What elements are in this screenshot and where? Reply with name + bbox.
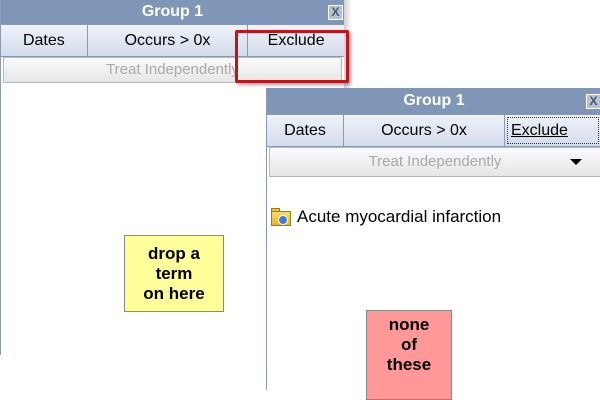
close-icon[interactable]: X [328,5,343,20]
group-title: Group 1 [141,3,204,20]
treat-select[interactable]: Treat Independently [269,147,600,177]
tab-occurs[interactable]: Occurs > 0x [87,25,249,56]
close-icon[interactable]: X [586,94,600,109]
chevron-down-icon[interactable] [570,159,582,165]
tab-exclude[interactable]: Exclude [505,115,600,146]
group-title: Group 1 [403,92,465,109]
group-title-bar[interactable]: Group 1 X [1,0,344,24]
tab-dates[interactable]: Dates [267,115,344,146]
folder-icon [271,208,291,226]
term-label: Acute myocardial infarction [297,207,502,226]
term-item[interactable]: Acute myocardial infarction [271,204,600,230]
group-title-bar[interactable]: Group 1 X [267,88,600,114]
group-panel-front: Group 1 X Dates Occurs > 0x Exclude Trea… [266,88,600,400]
tab-occurs[interactable]: Occurs > 0x [344,115,505,146]
drop-term-target[interactable]: drop a term on here [124,235,224,312]
tab-bar: Dates Occurs > 0x Exclude [267,114,600,147]
exclude-highlight-box [235,30,349,83]
tab-dates[interactable]: Dates [1,25,88,56]
treat-select-value: Treat Independently [106,61,239,78]
treat-select-value: Treat Independently [368,153,502,170]
none-of-these-target[interactable]: none of these [366,310,452,400]
